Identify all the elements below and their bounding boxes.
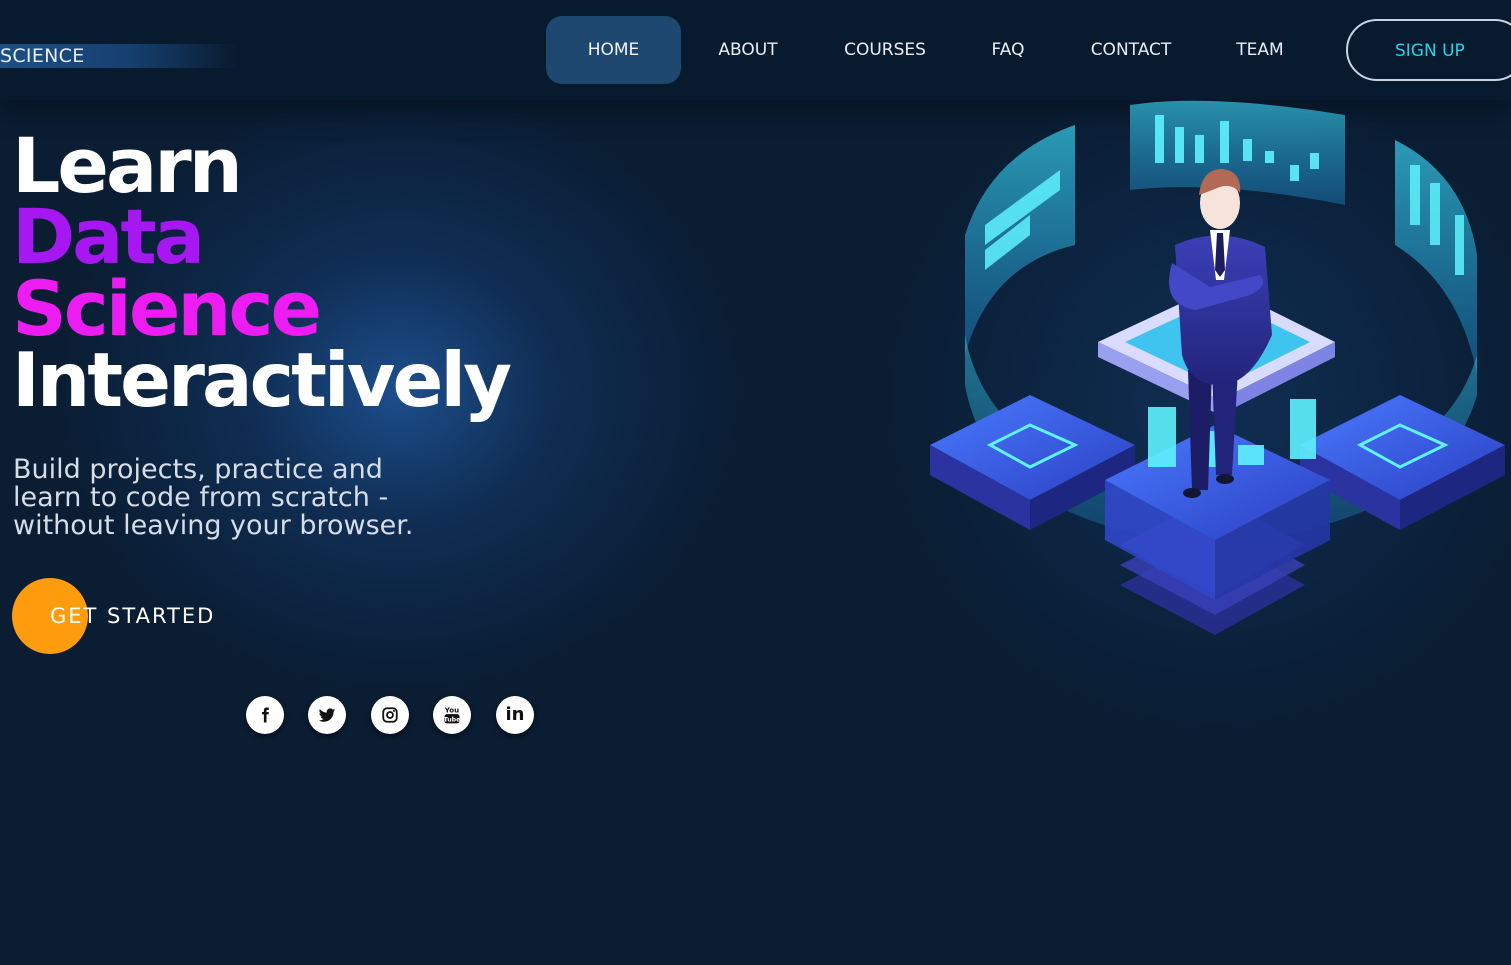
hero-subtitle: Build projects, practice and learn to co… — [13, 456, 483, 540]
youtube-icon[interactable]: You Tube — [433, 696, 471, 734]
hero-subtitle-line: without leaving your browser. — [13, 510, 414, 541]
youtube-icon-text-top: You — [444, 706, 459, 715]
facebook-icon[interactable] — [246, 696, 284, 734]
youtube-icon-text-bottom: Tube — [444, 716, 461, 723]
hero-subtitle-line: Build projects, practice and — [13, 454, 383, 485]
hero-title-line-data: Data — [12, 192, 205, 281]
nav-item-home[interactable]: HOME — [546, 16, 681, 84]
hologram-panel-right — [1395, 140, 1477, 375]
nav-item-faq[interactable]: FAQ — [980, 38, 1036, 62]
brand-text: SCIENCE — [0, 45, 85, 67]
nav-item-contact[interactable]: CONTACT — [1078, 38, 1184, 62]
top-navbar: SCIENCE HOME ABOUT COURSES FAQ CONTACT T… — [0, 0, 1511, 100]
hero-subtitle-line: learn to code from scratch - — [13, 482, 389, 513]
hero-title-line-science: Science — [12, 264, 322, 353]
signup-label: SIGN UP — [1395, 41, 1465, 61]
linkedin-icon[interactable]: in — [496, 696, 534, 734]
get-started-button[interactable]: GET STARTED — [12, 578, 272, 654]
nav-item-courses[interactable]: COURSES — [830, 38, 940, 62]
instagram-icon[interactable] — [371, 696, 409, 734]
data-science-illustration — [930, 100, 1505, 635]
brand-logo[interactable]: SCIENCE — [0, 44, 240, 68]
linkedin-icon-text: in — [505, 704, 525, 725]
nav-item-team[interactable]: TEAM — [1226, 38, 1294, 62]
nav-item-home-label: HOME — [587, 40, 640, 60]
landing-page: SCIENCE HOME ABOUT COURSES FAQ CONTACT T… — [0, 0, 1511, 965]
signup-button[interactable]: SIGN UP — [1346, 19, 1511, 81]
hero-title-line-interactively: Interactively — [12, 336, 512, 424]
get-started-label: GET STARTED — [50, 604, 216, 628]
twitter-icon[interactable] — [308, 696, 346, 734]
nav-item-about[interactable]: ABOUT — [702, 38, 794, 62]
